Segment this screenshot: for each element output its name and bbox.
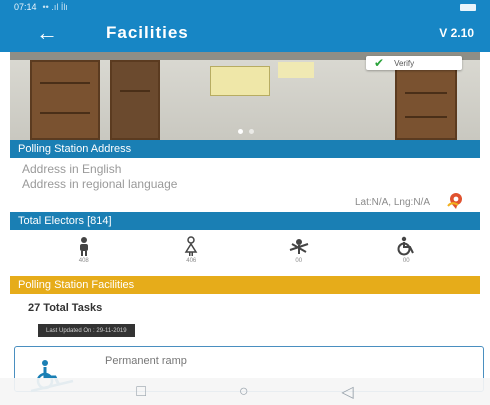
facilities-section-title: Polling Station Facilities bbox=[18, 279, 135, 291]
address-regional: Address in regional language bbox=[22, 177, 178, 191]
carousel-indicator bbox=[238, 129, 254, 134]
third-gender-icon bbox=[289, 239, 309, 254]
home-circle-icon[interactable]: ○ bbox=[239, 383, 249, 401]
photo-notice-board bbox=[210, 66, 270, 96]
male-voter-icon bbox=[79, 237, 88, 256]
disabled-voter-icon bbox=[397, 236, 415, 256]
app-bar: ← Facilities V 2.10 bbox=[0, 14, 490, 52]
female-voter-icon bbox=[184, 236, 198, 256]
verify-button[interactable]: ✔ Verify bbox=[366, 56, 462, 70]
recent-apps-square-icon[interactable]: □ bbox=[136, 383, 146, 401]
photo-door bbox=[395, 66, 457, 140]
electors-row: 408 406 00 00 bbox=[10, 230, 480, 270]
third-gender-count: 00 bbox=[295, 258, 303, 264]
photo-notice-board bbox=[278, 62, 314, 78]
address-section-title: Polling Station Address bbox=[18, 143, 132, 155]
status-time: 07:14 bbox=[14, 2, 37, 12]
system-nav-bar: □ ○ ◁ bbox=[0, 378, 490, 405]
photo-door bbox=[30, 60, 100, 140]
page-title: Facilities bbox=[106, 23, 189, 42]
total-tasks-label: 27 Total Tasks bbox=[28, 302, 103, 314]
female-count: 406 bbox=[186, 258, 197, 264]
elector-third-gender: 00 bbox=[269, 236, 329, 264]
polling-station-photo[interactable]: ✔ Verify bbox=[10, 52, 480, 140]
facility-card-label: Permanent ramp bbox=[105, 355, 187, 367]
lat-lng-text: Lat:N/A, Lng:N/A bbox=[354, 197, 430, 208]
check-icon: ✔ bbox=[374, 56, 385, 70]
electors-section-title: Total Electors [814] bbox=[18, 215, 112, 227]
carousel-dot[interactable] bbox=[238, 129, 243, 134]
photo-door bbox=[110, 60, 160, 140]
facilities-section-header: Polling Station Facilities bbox=[10, 276, 480, 294]
address-section-header: Polling Station Address bbox=[10, 140, 480, 158]
disabled-count: 00 bbox=[402, 258, 410, 264]
elector-male: 408 bbox=[54, 236, 114, 264]
back-triangle-icon[interactable]: ◁ bbox=[341, 382, 353, 402]
electors-section-header: Total Electors [814] bbox=[10, 212, 480, 230]
address-block: Address in English Address in regional l… bbox=[22, 162, 177, 192]
male-count: 408 bbox=[78, 258, 89, 264]
elector-female: 406 bbox=[161, 236, 221, 264]
address-english: Address in English bbox=[22, 162, 122, 176]
status-bar: 07:14 •• .ıl İlı bbox=[0, 0, 490, 14]
battery-icon bbox=[460, 3, 476, 11]
location-pin-icon[interactable] bbox=[446, 192, 464, 210]
app-version: V 2.10 bbox=[439, 26, 474, 40]
verify-label: Verify bbox=[394, 58, 415, 68]
elector-disabled: 00 bbox=[376, 236, 436, 264]
last-updated-badge: Last Updated On : 29-11-2019 bbox=[38, 324, 135, 337]
signal-icon: •• .ıl İlı bbox=[42, 2, 68, 12]
back-arrow-icon[interactable]: ← bbox=[36, 22, 66, 44]
carousel-dot[interactable] bbox=[249, 129, 254, 134]
